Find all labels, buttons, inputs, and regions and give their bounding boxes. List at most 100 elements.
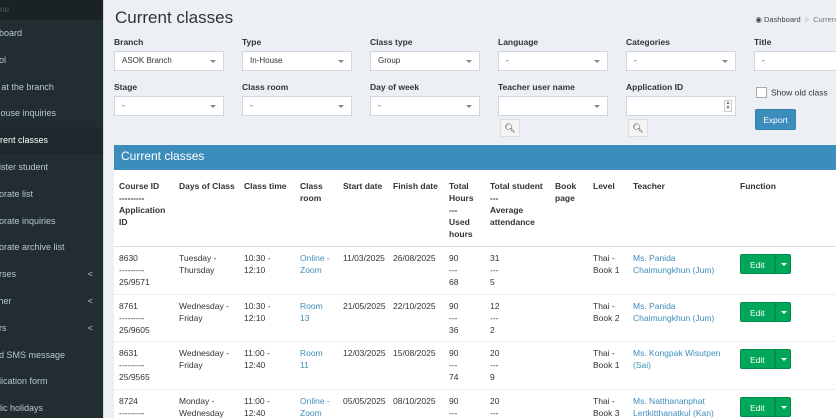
cell-room[interactable]: Room 13 (295, 294, 338, 342)
cell-start: 05/05/2025 (338, 389, 388, 418)
edit-dropdown-toggle[interactable] (774, 301, 791, 322)
number-stepper[interactable]: ▲ ▼ (724, 100, 732, 112)
breadcrumb-current: Curren (813, 15, 836, 24)
cell-teacher[interactable]: Ms. Kongpak Wisutpen (Sai) (628, 341, 735, 390)
sidebar-item-label: porate inquiries (0, 215, 56, 226)
classes-table: Course ID --------- Application ID Days o… (114, 173, 836, 418)
chevron-down-icon (722, 60, 728, 63)
sidebar-item[interactable]: gister student (0, 154, 103, 181)
cell-course: 8631 --------- 25/9565 (114, 341, 174, 390)
sidebar-item[interactable]: cher < (0, 288, 103, 315)
cell-days: Monday - Wednesday (174, 389, 239, 418)
search-icon: 🔍︎ (504, 123, 516, 133)
chevron-down-icon (210, 105, 216, 108)
title-select[interactable]: - (754, 51, 836, 71)
stage-select[interactable]: - (114, 96, 224, 116)
edit-button[interactable]: Edit (740, 254, 775, 274)
column-header: Days of Class (174, 173, 239, 247)
breadcrumb-dashboard-link[interactable]: Dashboard (764, 15, 801, 24)
chevron-down-icon (466, 60, 472, 63)
cell-room[interactable]: Online - Zoom (295, 246, 338, 295)
cell-teacher[interactable]: Ms. Panida Chaimungkhun (Jum) (628, 294, 735, 342)
cell-time: 10:30 - 12:10 (239, 294, 295, 342)
edit-dropdown-toggle[interactable] (774, 349, 791, 369)
sidebar-item-label: rrent classes (0, 135, 49, 146)
sidebar-item[interactable]: porate list (0, 181, 103, 208)
branch-select[interactable]: ASOK Branch (114, 51, 224, 71)
edit-button-group: Edit (740, 396, 791, 417)
cell-teacher[interactable]: Ms. Natthananphat Lertkitthanatkul (Kan) (628, 389, 735, 418)
sidebar-item[interactable]: rrent classes (0, 127, 103, 154)
cell-book (550, 294, 588, 342)
sidebar-item[interactable]: ers < (0, 315, 103, 342)
edit-button[interactable]: Edit (740, 349, 775, 369)
day-of-week-label: Day of week (370, 82, 420, 92)
sidebar-item[interactable]: nd SMS message (0, 342, 103, 369)
column-header: Class room (295, 173, 338, 247)
application-id-label: Application ID (626, 82, 684, 92)
sidebar-item-label: urses (0, 269, 17, 280)
edit-button-group: Edit (740, 301, 791, 322)
sidebar-item[interactable]: House inquiries (0, 100, 103, 127)
chevron-left-icon: < (87, 322, 93, 333)
export-button[interactable]: Export (755, 109, 796, 130)
chevron-down-icon (466, 105, 472, 108)
cell-room[interactable]: Room 11 (295, 341, 338, 390)
main-content: Current classes ◉ Dashboard > Curren Branc… (103, 0, 836, 418)
class-room-filter: Class room - (242, 82, 354, 118)
categories-select[interactable]: - (626, 51, 736, 71)
cell-room[interactable]: Online - Zoom (295, 389, 338, 418)
title-filter: Title - (754, 37, 836, 73)
sidebar-item[interactable]: plication form (0, 368, 103, 395)
cell-function: Edit (735, 294, 836, 342)
sidebar-item[interactable]: ool (0, 47, 103, 74)
cell-start: 11/03/2025 (338, 246, 388, 295)
teacher-search-button[interactable]: 🔍︎ (500, 119, 520, 137)
column-header: Finish date (388, 173, 444, 247)
column-header: Class time (239, 173, 295, 247)
teacher-user-name-label: Teacher user name (498, 82, 575, 92)
application-search-button[interactable]: 🔍︎ (628, 119, 648, 137)
column-header: Function (735, 173, 836, 247)
type-filter: Type In-House (242, 37, 354, 73)
cell-teacher[interactable]: Ms. Panida Chaimungkhun (Jum) (628, 246, 735, 295)
sidebar-item-label: gister student (0, 161, 49, 172)
column-header: Course ID --------- Application ID (114, 173, 174, 247)
dashboard-icon: ◉ (755, 15, 762, 24)
sidebar-item[interactable]: ff at the branch (0, 74, 103, 101)
categories-label: Categories (626, 37, 670, 47)
application-id-input[interactable]: ▲ ▼ (626, 96, 736, 116)
language-select[interactable]: - (498, 51, 608, 71)
sidebar-item-label: porate list (0, 188, 34, 199)
table-body: 8630 --------- 25/9571 Tuesday - Thursday… (114, 246, 836, 418)
type-label: Type (242, 37, 262, 47)
sidebar-item[interactable]: hboard (0, 20, 103, 47)
teacher-user-name-select[interactable] (498, 96, 608, 116)
show-old-class-checkbox[interactable] (756, 87, 767, 99)
stage-label: Stage (114, 82, 138, 92)
type-select[interactable]: In-House (242, 51, 352, 71)
class-room-select[interactable]: - (242, 96, 352, 116)
sidebar-item-label: plication form (0, 376, 48, 387)
cell-finish: 15/08/2025 (388, 341, 444, 390)
sidebar-item[interactable]: porate inquiries (0, 208, 103, 235)
cell-level: Thai - Book 1 (588, 246, 628, 295)
sidebar-item-label: cher (0, 295, 12, 306)
language-label: Language (498, 37, 539, 47)
edit-button[interactable]: Edit (740, 301, 775, 322)
edit-dropdown-toggle[interactable] (774, 396, 791, 417)
edit-button[interactable]: Edit (740, 396, 775, 417)
class-type-select[interactable]: Group (370, 51, 480, 71)
chevron-down-icon (210, 60, 216, 63)
chevron-down-icon (338, 60, 344, 63)
sidebar-item-label: House inquiries (0, 108, 57, 119)
edit-dropdown-toggle[interactable] (774, 254, 791, 274)
sidebar-item[interactable]: urses < (0, 261, 103, 288)
cell-finish: 26/08/2025 (388, 246, 444, 295)
day-of-week-select[interactable]: - (370, 96, 480, 116)
show-old-class-toggle[interactable]: Show old class (756, 87, 828, 99)
sidebar-item[interactable]: porate archive list (0, 234, 103, 261)
sidebar-item[interactable]: blic holidays (0, 395, 103, 418)
cell-finish: 22/10/2025 (388, 294, 444, 342)
table-row: 8630 --------- 25/9571 Tuesday - Thursday… (114, 246, 836, 295)
